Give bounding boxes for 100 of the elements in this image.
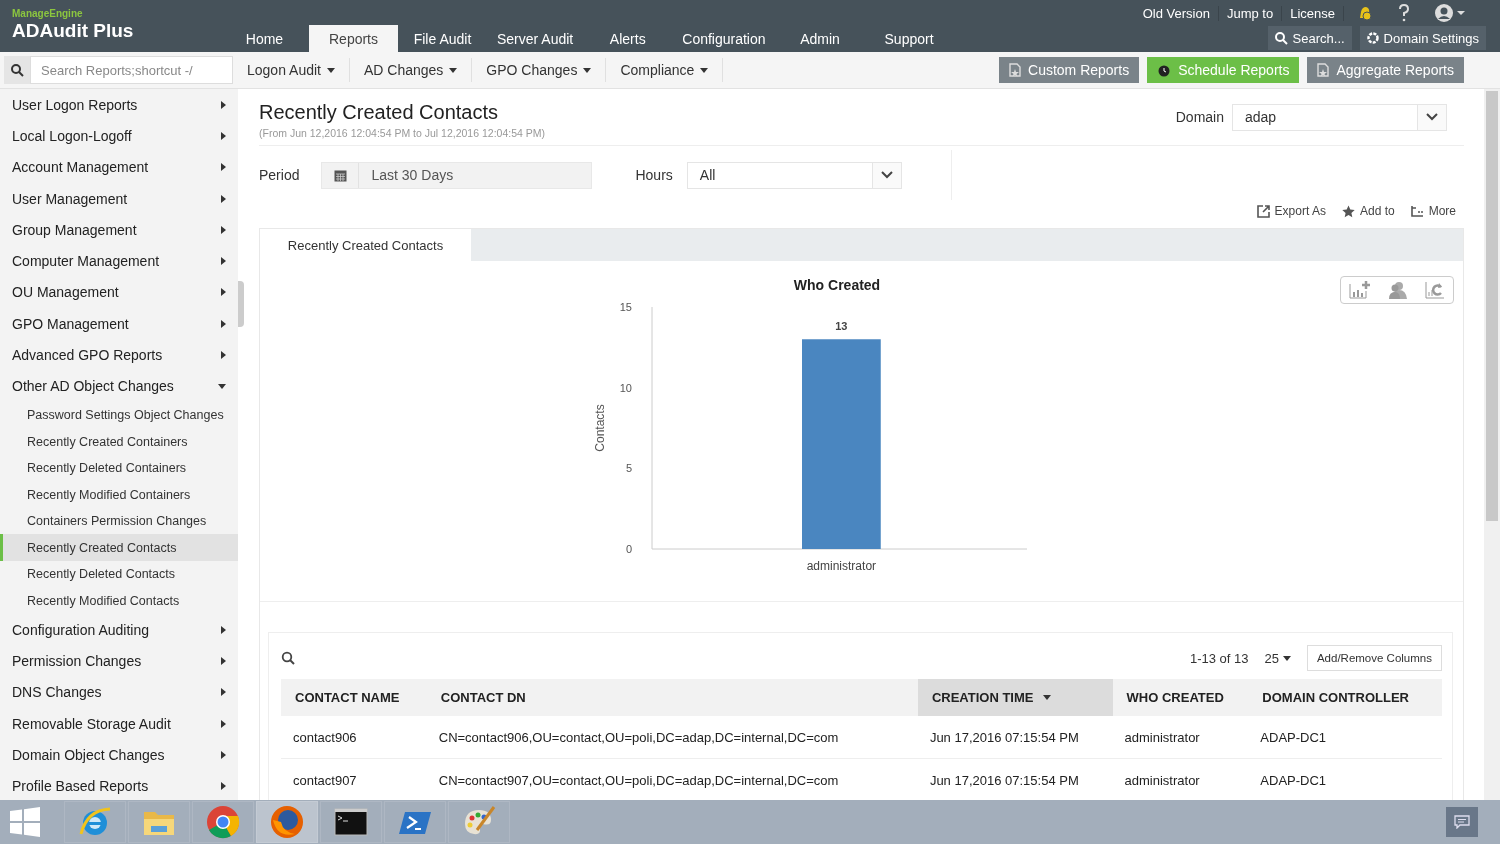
add-remove-columns-button[interactable]: Add/Remove Columns xyxy=(1306,645,1442,671)
sidebar-item[interactable]: Other AD Object Changes xyxy=(0,370,238,402)
sort-caret-icon xyxy=(1043,695,1052,700)
notification-button[interactable] xyxy=(1446,807,1478,837)
report-tool-link[interactable]: Add to xyxy=(1341,204,1395,218)
message-icon xyxy=(1454,815,1470,829)
sidebar-item[interactable]: Group Management xyxy=(0,214,238,246)
report-action-button[interactable]: Aggregate Reports xyxy=(1307,57,1464,83)
header-link[interactable]: Jump to xyxy=(1218,5,1283,21)
sidebar-subitem[interactable]: Recently Modified Containers xyxy=(0,481,238,508)
nav-tab[interactable]: Home xyxy=(220,25,309,52)
header-search-button[interactable]: Search... xyxy=(1267,26,1352,50)
sidebar-item[interactable]: Local Logon-Logoff xyxy=(0,120,238,152)
table-cell-text: ADAP-DC1 xyxy=(1259,771,1328,790)
column-header[interactable]: CONTACT NAME xyxy=(281,679,427,716)
chart-refresh-icon[interactable] xyxy=(1424,281,1445,299)
taskbar-app-button[interactable] xyxy=(320,801,382,843)
column-header[interactable]: CONTACT DN xyxy=(426,679,918,716)
report-action-button[interactable]: Custom Reports xyxy=(999,57,1140,83)
sidebar-subitem[interactable]: Recently Deleted Contacts xyxy=(0,560,238,588)
table-cell-text: Jun 17,2016 07:15:54 PM xyxy=(928,771,1080,790)
hours-label: Hours xyxy=(635,167,673,183)
column-header[interactable]: CREATION TIME xyxy=(917,679,1113,716)
fox-globe-icon xyxy=(269,804,305,840)
column-header[interactable]: WHO CREATED xyxy=(1112,679,1249,716)
sidebar-item[interactable]: Configuration Auditing xyxy=(0,613,238,646)
page-size-dropdown[interactable]: 25 xyxy=(1264,650,1291,666)
y-tick-label: 15 xyxy=(619,301,632,313)
sidebar-item[interactable]: User Management xyxy=(0,182,238,215)
nav-tab[interactable]: Alerts xyxy=(583,25,673,52)
sidebar-item[interactable]: Account Management xyxy=(0,151,238,183)
sidebar-collapse-handle[interactable] xyxy=(238,281,244,327)
sidebar-item[interactable]: Domain Object Changes xyxy=(0,739,238,771)
user-menu-icon[interactable] xyxy=(1434,3,1466,23)
nav-tab[interactable]: File Audit xyxy=(398,25,487,52)
search-icon xyxy=(1274,31,1288,45)
gear-icon xyxy=(1366,32,1379,44)
menu-dropdown[interactable]: AD Changes xyxy=(349,58,473,82)
sidebar-subitem[interactable]: Recently Modified Contacts xyxy=(0,587,238,614)
report-star-icon xyxy=(1317,63,1330,77)
report-tab[interactable]: Recently Created Contacts xyxy=(260,229,471,261)
nav-tab[interactable]: Admin xyxy=(775,25,865,52)
chevron-down-icon xyxy=(1426,113,1438,121)
nav-tab[interactable]: Configuration xyxy=(672,25,776,52)
table-cell-text: contact906 xyxy=(292,728,358,747)
period-label: Period xyxy=(259,167,300,183)
table-cell-text: contact907 xyxy=(292,771,358,790)
clock-icon xyxy=(1157,63,1172,77)
search-icon[interactable] xyxy=(10,63,24,77)
table-cell-text: ADAP-DC1 xyxy=(1259,728,1328,747)
caret-icon xyxy=(326,67,335,73)
y-tick-label: 5 xyxy=(625,462,632,475)
table-cell-text: administrator xyxy=(1123,728,1201,747)
sidebar-item[interactable]: Advanced GPO Reports xyxy=(0,339,238,371)
report-title: Recently Created Contacts xyxy=(259,101,499,124)
domain-select[interactable]: adap xyxy=(1232,103,1447,131)
scrollbar[interactable] xyxy=(1484,89,1500,800)
help-icon[interactable] xyxy=(1398,4,1410,22)
sidebar-item[interactable]: Computer Management xyxy=(0,245,238,277)
column-header[interactable]: DOMAIN CONTROLLER xyxy=(1248,679,1442,716)
report-tool-link[interactable]: More xyxy=(1410,204,1456,218)
sidebar-item[interactable]: OU Management xyxy=(0,276,238,309)
sidebar-item[interactable]: GPO Management xyxy=(0,308,238,340)
y-tick-label: 10 xyxy=(619,381,632,394)
more-icon xyxy=(1410,205,1424,217)
header-link[interactable]: Old Version xyxy=(1134,5,1219,21)
nav-tab[interactable]: Reports xyxy=(309,25,398,52)
report-search-field[interactable]: Search Reports;shortcut -/ xyxy=(30,56,233,84)
vendor-logo: ManageEngine xyxy=(12,8,84,19)
period-field[interactable]: Last 30 Days xyxy=(321,161,593,189)
header-link[interactable]: License xyxy=(1282,5,1344,21)
add-chart-icon[interactable] xyxy=(1349,281,1372,299)
nav-tab[interactable]: Server Audit xyxy=(487,25,584,52)
domain-settings-button[interactable]: Domain Settings xyxy=(1359,26,1486,50)
sidebar-subitem[interactable]: Password Settings Object Changes xyxy=(0,401,238,429)
sidebar-item[interactable]: Permission Changes xyxy=(0,645,238,677)
sidebar-subitem[interactable]: Recently Deleted Containers xyxy=(0,454,238,482)
y-tick-label: 0 xyxy=(625,543,632,555)
caret-icon xyxy=(700,67,709,73)
menu-dropdown[interactable]: GPO Changes xyxy=(472,58,607,82)
search-icon[interactable] xyxy=(281,651,295,665)
sidebar-subitem[interactable]: Containers Permission Changes xyxy=(0,507,238,535)
chevron-down-icon xyxy=(880,171,893,179)
table-cell-text: administrator xyxy=(1123,771,1201,790)
sidebar-item[interactable]: DNS Changes xyxy=(0,676,238,708)
nav-tab[interactable]: Support xyxy=(864,25,954,52)
menu-dropdown[interactable]: Logon Audit xyxy=(233,58,350,82)
hours-select[interactable]: All xyxy=(686,161,902,189)
sidebar-item[interactable]: User Logon Reports xyxy=(0,89,238,121)
user-group-icon[interactable] xyxy=(1388,281,1408,299)
date-range: (From Jun 12,2016 12:04:54 PM to Jul 12,2016 12:04:54 PM) xyxy=(259,127,545,139)
sidebar-subitem[interactable]: Recently Created Containers xyxy=(0,428,238,455)
product-logo: ADAudit Plus xyxy=(12,20,135,42)
menu-dropdown[interactable]: Compliance xyxy=(606,58,724,82)
sidebar-item[interactable]: Removable Storage Audit xyxy=(0,707,238,740)
y-axis-label: Contacts xyxy=(593,404,607,452)
sidebar-subitem[interactable]: Recently Created Contacts xyxy=(0,534,238,561)
windows-logo-icon[interactable] xyxy=(8,805,42,839)
caret-icon xyxy=(583,67,592,73)
report-tool-link[interactable]: Export As xyxy=(1256,204,1326,218)
